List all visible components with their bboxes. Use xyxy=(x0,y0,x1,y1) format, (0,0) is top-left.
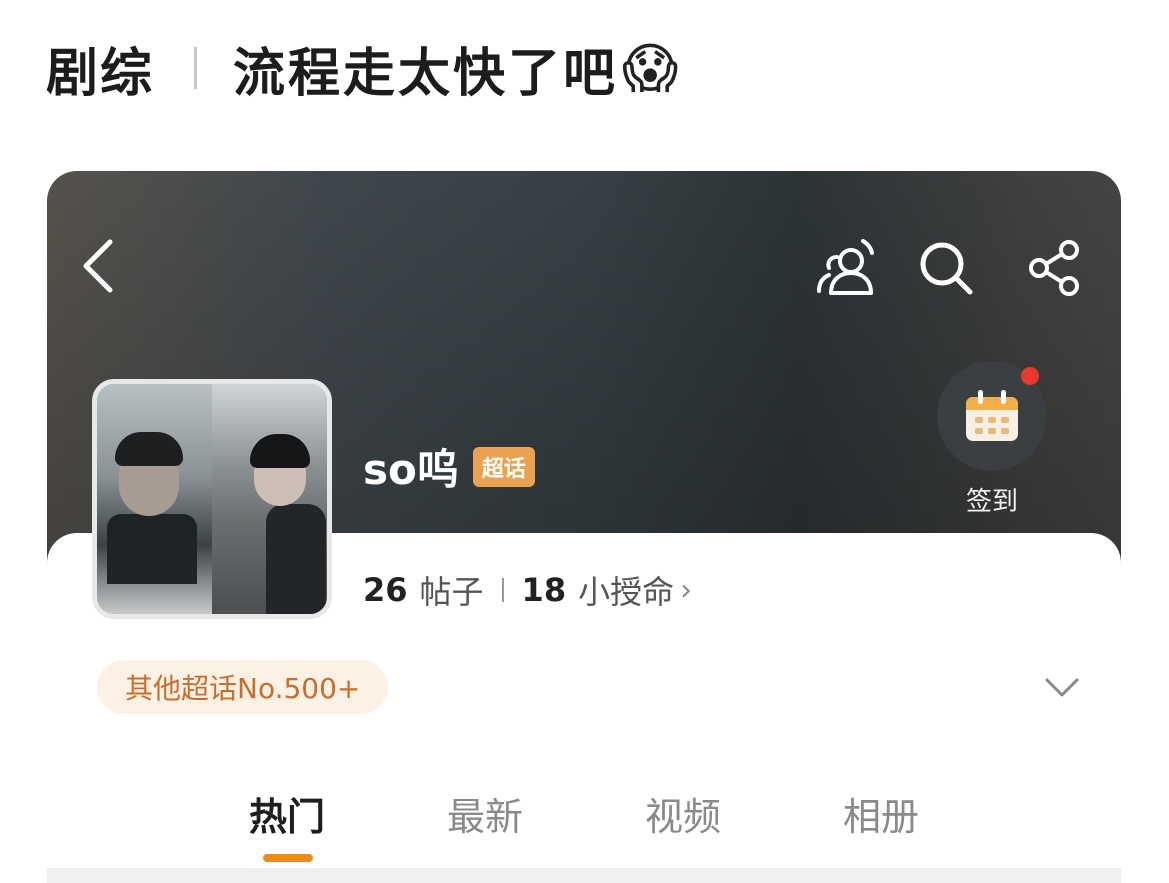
avatar-photo-left xyxy=(97,384,212,614)
chevron-down-icon xyxy=(1045,678,1079,697)
section-divider xyxy=(47,868,1121,883)
topic-title-row: so呜 超话 xyxy=(363,436,535,497)
checkin-button[interactable] xyxy=(937,361,1047,471)
stats-divider xyxy=(501,578,504,602)
calendar-icon xyxy=(966,390,1018,441)
content-tabs: 热门 最新 视频 相册 xyxy=(217,786,977,856)
checkin-label: 签到 xyxy=(965,487,1018,517)
post-headline: 剧综 流程走太快了吧 😱 xyxy=(46,28,678,108)
chevron-right-icon: › xyxy=(680,572,693,608)
share-icon xyxy=(1029,240,1079,296)
fans-button[interactable] xyxy=(811,233,881,303)
search-icon xyxy=(920,242,973,295)
headline-title: 流程走太快了吧 xyxy=(233,43,619,104)
scream-emoji-icon: 😱 xyxy=(622,36,679,100)
chevron-left-icon xyxy=(83,239,113,293)
members-count: 18 xyxy=(521,571,567,609)
topic-avatar[interactable] xyxy=(92,379,332,619)
active-tab-indicator xyxy=(263,854,313,862)
supertopic-card: 签到 so呜 超话 26 帖子 18 小授命 › 其他超话No.500+ 热门 … xyxy=(47,171,1121,883)
search-button[interactable] xyxy=(913,233,979,303)
members-label: 小授命 xyxy=(578,573,675,611)
group-icon xyxy=(817,239,874,295)
topic-stats[interactable]: 26 帖子 18 小授命 › xyxy=(363,567,692,613)
supertopic-badge: 超话 xyxy=(472,446,535,487)
rank-badge[interactable]: 其他超话No.500+ xyxy=(97,660,389,714)
headline-divider xyxy=(194,47,198,89)
notification-dot xyxy=(1021,367,1039,385)
tab-latest[interactable]: 最新 xyxy=(415,786,555,841)
share-button[interactable] xyxy=(1022,233,1088,303)
expand-button[interactable] xyxy=(1037,668,1087,708)
tab-album[interactable]: 相册 xyxy=(811,786,951,841)
tab-hot[interactable]: 热门 xyxy=(217,786,357,841)
posts-count: 26 xyxy=(363,571,408,609)
back-button[interactable] xyxy=(67,231,127,301)
headline-tag: 剧综 xyxy=(46,43,155,104)
tab-video[interactable]: 视频 xyxy=(613,786,753,841)
avatar-photo-right xyxy=(212,384,327,614)
topic-name: so呜 xyxy=(363,445,459,494)
posts-label: 帖子 xyxy=(419,573,484,611)
